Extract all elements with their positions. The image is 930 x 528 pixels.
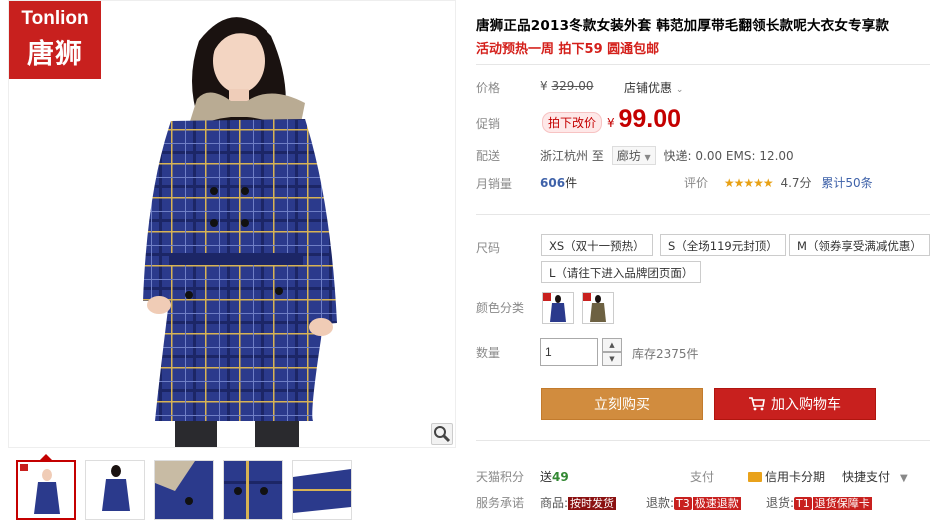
size-option-m[interactable]: M（领券享受满减优惠）	[789, 234, 930, 256]
thumbnail-image	[155, 461, 213, 519]
service-code: T3	[674, 497, 692, 510]
service-prefix: 退款:	[646, 496, 675, 510]
color-swatch-blue[interactable]	[542, 292, 574, 324]
service-item[interactable]: 退款: T3 极速退款	[646, 494, 741, 511]
shipping-label: 配送	[476, 149, 501, 163]
thumbnail-image	[102, 465, 130, 511]
quantity-input[interactable]	[540, 338, 598, 366]
quantity-decrease-button[interactable]: ▼	[602, 352, 622, 366]
thumbnail[interactable]	[16, 460, 76, 520]
credit-card-installment[interactable]: 信用卡分期	[748, 468, 825, 485]
swatch-brand-tag	[583, 293, 591, 301]
caret-down-icon: ▼	[900, 473, 908, 484]
sales-count: 606	[540, 176, 566, 190]
size-option-xs[interactable]: XS（双十一预热）	[541, 234, 653, 256]
service-prefix: 退货:	[766, 496, 795, 510]
magnifier-icon	[434, 426, 451, 443]
shipping-fees: 快递: 0.00 EMS: 12.00	[663, 149, 794, 163]
currency-symbol: ¥	[607, 116, 615, 130]
buy-now-button[interactable]: 立刻购买	[541, 388, 703, 420]
points-number: 49	[552, 470, 569, 484]
quantity-increase-button[interactable]: ▲	[602, 338, 622, 352]
city-name: 廊坊	[616, 149, 641, 163]
main-product-image[interactable]: Tonlion 唐狮	[8, 0, 456, 448]
product-subtitle: 活动预热一周 拍下59 圆通包邮	[476, 42, 660, 57]
sales-label: 月销量	[476, 177, 513, 191]
currency-symbol: ¥	[540, 79, 548, 93]
thumbnail[interactable]	[85, 460, 145, 520]
store-promo-dropdown[interactable]: 店铺优惠 ⌄	[624, 79, 683, 96]
brand-logo-en: Tonlion	[21, 8, 89, 29]
service-badge: 按时发货	[568, 497, 617, 510]
add-to-cart-label: 加入购物车	[771, 397, 841, 413]
shipping-info: 浙江杭州 至 廊坊 ▼ 快递: 0.00 EMS: 12.00	[540, 146, 794, 165]
thumbnail[interactable]	[154, 460, 214, 520]
color-label: 颜色分类	[476, 301, 525, 315]
price-label: 价格	[476, 81, 501, 95]
monthly-sales: 606件	[540, 174, 577, 191]
credit-card-label: 信用卡分期	[765, 470, 826, 484]
caret-down-icon: ▼	[644, 153, 651, 162]
brand-logo[interactable]: Tonlion 唐狮	[9, 1, 101, 79]
store-promo-label: 店铺优惠	[624, 81, 673, 95]
divider	[476, 214, 930, 215]
quick-pay-label: 快捷支付	[842, 470, 891, 484]
size-label: 尺码	[476, 241, 501, 255]
promo-price-value: 99.00	[618, 105, 682, 133]
promo-label: 促销	[476, 117, 501, 131]
thumbnail[interactable]	[223, 460, 283, 520]
quantity-label: 数量	[476, 346, 501, 360]
size-option-l[interactable]: L（请往下进入品牌团页面）	[541, 261, 702, 283]
star-rating-icon: ★★★★★	[723, 176, 774, 190]
points-value: 送49	[540, 468, 569, 485]
original-price-value: 329.00	[551, 79, 594, 93]
rating: 评价 ★★★★★ 4.7分 累计50条	[684, 174, 873, 191]
payment-label: 支付	[690, 470, 715, 484]
quick-pay-dropdown[interactable]: 快捷支付 ▼	[842, 468, 908, 485]
divider	[476, 440, 930, 441]
service-badge: 极速退款	[692, 497, 741, 510]
cart-icon	[749, 397, 765, 411]
services-label: 服务承诺	[476, 496, 525, 510]
size-option-s[interactable]: S（全场119元封顶）	[660, 234, 786, 256]
add-to-cart-button[interactable]: 加入购物车	[714, 388, 876, 420]
service-item[interactable]: 商品: 按时发货	[540, 494, 617, 511]
rating-label: 评价	[684, 176, 709, 190]
service-code: T1	[794, 497, 812, 510]
promo-price: ¥ 99.00	[607, 105, 681, 134]
ship-to-word: 至	[591, 149, 604, 163]
divider	[476, 64, 930, 65]
chevron-down-icon: ⌄	[675, 85, 684, 95]
thumbnail-image	[293, 461, 351, 519]
zoom-icon[interactable]	[431, 423, 453, 445]
city-select[interactable]: 廊坊 ▼	[611, 146, 656, 165]
ship-from: 浙江杭州	[540, 149, 589, 163]
product-gallery: Tonlion 唐狮	[0, 0, 458, 528]
review-count-link[interactable]: 累计50条	[821, 176, 872, 190]
swatch-brand-tag	[543, 293, 551, 301]
promo-tag: 拍下改价	[542, 112, 603, 133]
thumbnail-image	[224, 461, 282, 519]
sales-unit: 件	[565, 176, 578, 190]
product-title: 唐狮正品2013冬款女装外套 韩范加厚带毛翻领长款呢大衣女专享款	[476, 18, 890, 34]
thumbnail-image	[20, 464, 60, 514]
service-badge: 退货保障卡	[812, 497, 872, 510]
color-swatch-olive[interactable]	[582, 292, 614, 324]
credit-card-icon	[748, 472, 762, 482]
points-label: 天猫积分	[476, 470, 525, 484]
service-item[interactable]: 退货: T1 退货保障卡	[766, 494, 872, 511]
original-price: ¥ 329.00	[540, 79, 593, 93]
rating-score: 4.7分	[780, 176, 812, 190]
thumbnail[interactable]	[292, 460, 352, 520]
brand-logo-cn: 唐狮	[27, 39, 83, 70]
service-prefix: 商品:	[540, 496, 569, 510]
stock-count: 库存2375件	[632, 347, 699, 361]
points-prefix: 送	[540, 470, 553, 484]
